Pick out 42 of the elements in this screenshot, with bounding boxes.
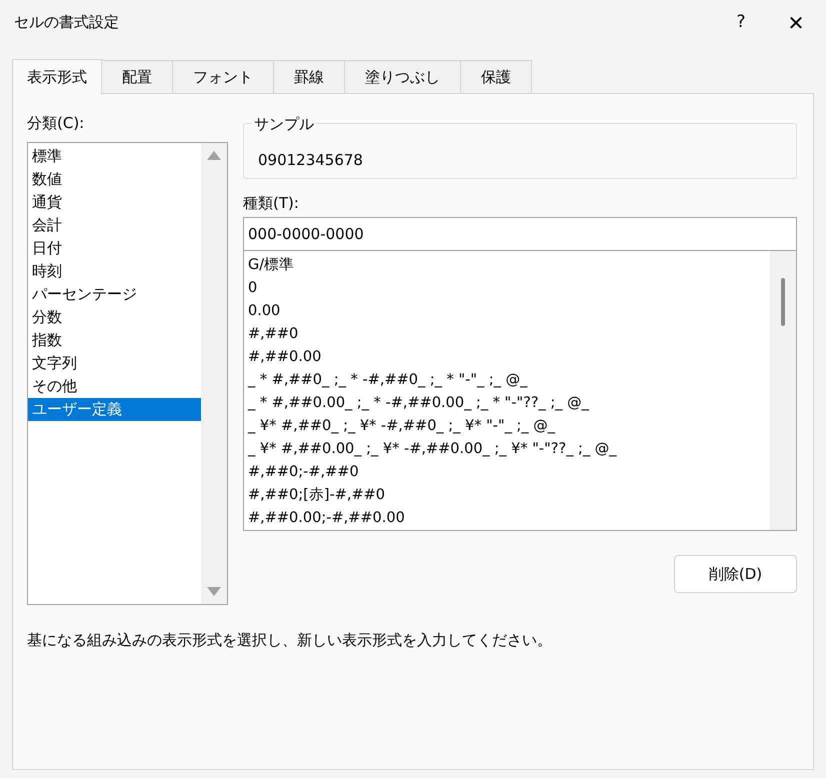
tab[interactable]: フォント: [173, 60, 274, 93]
category-item[interactable]: 通貨: [28, 191, 201, 214]
close-button[interactable]: ✕: [766, 0, 826, 45]
category-item[interactable]: ユーザー定義: [28, 398, 201, 421]
type-input[interactable]: 000-0000-0000: [243, 217, 797, 251]
sample-value: 09012345678: [258, 150, 363, 171]
description-text: 基になる組み込みの表示形式を選択し、新しい表示形式を入力してください。: [27, 630, 553, 651]
format-item[interactable]: #,##0;-#,##0: [248, 461, 770, 484]
window-title: セルの書式設定: [14, 12, 120, 34]
tab[interactable]: 表示形式: [12, 59, 102, 94]
format-item[interactable]: #,##0.00;-#,##0.00: [248, 507, 770, 530]
category-item[interactable]: 文字列: [28, 352, 201, 375]
tab[interactable]: 塗りつぶし: [345, 60, 461, 93]
category-item[interactable]: 標準: [28, 145, 201, 168]
category-item[interactable]: 分数: [28, 306, 201, 329]
format-item[interactable]: _ * #,##0_ ;_ * -#,##0_ ;_ * "-"_ ;_ @_: [248, 369, 770, 392]
category-label: 分類(C):: [27, 113, 86, 134]
delete-button[interactable]: 削除(D): [674, 555, 797, 593]
format-item[interactable]: #,##0.00: [248, 346, 770, 369]
scroll-up-icon[interactable]: [207, 151, 221, 160]
format-item[interactable]: #,##0;[赤]-#,##0: [248, 484, 770, 507]
scroll-down-icon[interactable]: [207, 587, 221, 596]
category-item[interactable]: 日付: [28, 237, 201, 260]
category-item[interactable]: 時刻: [28, 260, 201, 283]
help-button[interactable]: ?: [716, 0, 766, 45]
format-item[interactable]: _ ¥* #,##0.00_ ;_ ¥* -#,##0.00_ ;_ ¥* "-"??_ ;_ @_: [248, 438, 770, 461]
category-item[interactable]: その他: [28, 375, 201, 398]
format-item[interactable]: _ * #,##0.00_ ;_ * -#,##0.00_ ;_ * "-"??_ ;_ @_: [248, 392, 770, 415]
format-item[interactable]: _ ¥* #,##0_ ;_ ¥* -#,##0_ ;_ ¥* "-"_ ;_ @_: [248, 415, 770, 438]
format-item[interactable]: #,##0: [248, 323, 770, 346]
tab[interactable]: 罫線: [274, 60, 345, 93]
scrollbar-thumb[interactable]: [781, 278, 785, 326]
type-label: 種類(T):: [243, 193, 300, 214]
category-item[interactable]: パーセンテージ: [28, 283, 201, 306]
format-item[interactable]: 0: [248, 277, 770, 300]
tab[interactable]: 配置: [102, 60, 173, 93]
format-item[interactable]: 0.00: [248, 300, 770, 323]
tab[interactable]: 保護: [461, 60, 532, 93]
category-item[interactable]: 数値: [28, 168, 201, 191]
category-item[interactable]: 指数: [28, 329, 201, 352]
format-item[interactable]: G/標準: [248, 254, 770, 277]
category-item[interactable]: 会計: [28, 214, 201, 237]
